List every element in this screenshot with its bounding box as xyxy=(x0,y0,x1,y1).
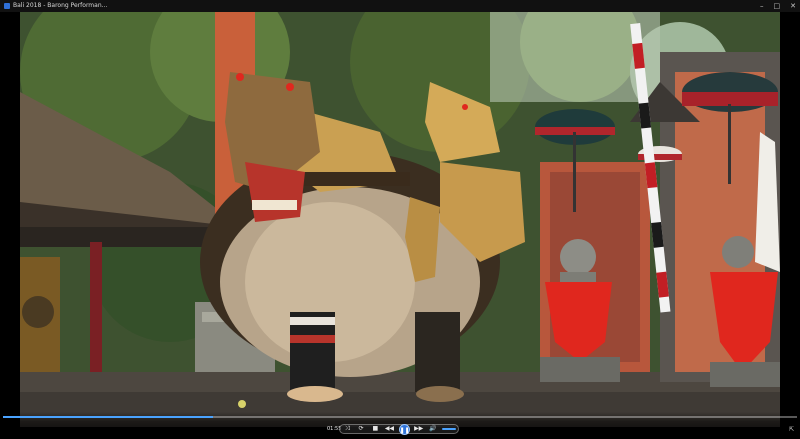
minimize-button[interactable]: – xyxy=(760,0,764,12)
media-player-app-icon xyxy=(4,3,10,9)
window-title: Bali 2018 - Barong Performan... xyxy=(13,2,108,9)
media-player-window: Bali 2018 - Barong Performan... – □ ✕ 01… xyxy=(0,0,800,439)
previous-button[interactable]: ◀◀ xyxy=(384,425,394,433)
maximize-button[interactable]: □ xyxy=(774,0,781,12)
shuffle-button[interactable]: ⤨ xyxy=(342,425,352,433)
video-frame[interactable] xyxy=(20,12,780,427)
barong-performance-scene xyxy=(20,12,780,427)
seek-bar[interactable] xyxy=(3,416,797,418)
pause-button[interactable]: ❚❚ xyxy=(398,423,410,435)
switch-to-library-button[interactable]: ⇱ xyxy=(789,426,794,433)
volume-slider[interactable] xyxy=(441,428,456,430)
title-bar: Bali 2018 - Barong Performan... – □ ✕ xyxy=(0,0,800,12)
transport-controls: ⤨ ⟳ ■ ◀◀ ❚❚ ▶▶ 🔊 xyxy=(339,423,459,435)
window-buttons: – □ ✕ xyxy=(760,0,796,12)
seek-bar-progress xyxy=(3,416,214,418)
stop-button[interactable]: ■ xyxy=(370,425,380,433)
volume-icon[interactable]: 🔊 xyxy=(428,425,438,433)
playback-controls: 01:55 ⤨ ⟳ ■ ◀◀ ❚❚ ▶▶ 🔊 ⇱ xyxy=(0,412,800,439)
close-button[interactable]: ✕ xyxy=(790,0,796,12)
repeat-button[interactable]: ⟳ xyxy=(356,425,366,433)
next-button[interactable]: ▶▶ xyxy=(414,425,424,433)
